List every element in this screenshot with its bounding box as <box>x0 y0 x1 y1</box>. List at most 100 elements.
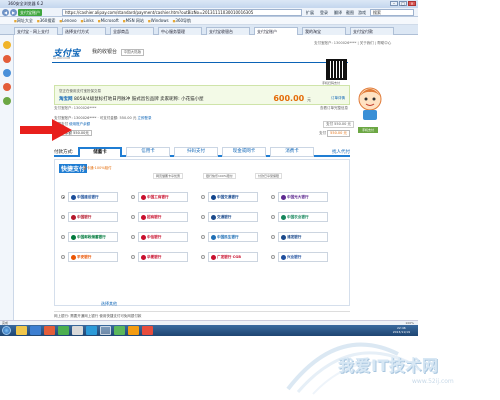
start-button[interactable] <box>2 326 11 335</box>
browser-tab[interactable]: 全部商品 <box>110 27 154 35</box>
bank-option[interactable]: 招商银行 <box>131 212 189 222</box>
maximize-button[interactable]: □ <box>399 1 407 6</box>
bank-logo[interactable]: 中国邮政储蓄银行 <box>68 232 118 242</box>
more-banks-link[interactable]: 选择其他 <box>101 301 117 307</box>
search-input[interactable]: 搜索 <box>370 9 414 16</box>
bank-radio[interactable] <box>201 235 205 239</box>
bank-radio[interactable] <box>61 215 65 219</box>
url-input[interactable]: https://cashier.alipay.com/standard/paym… <box>62 9 302 16</box>
app-icon[interactable] <box>86 326 97 335</box>
app-icon[interactable] <box>114 326 125 335</box>
taskbar-clock[interactable]: 22:46 2013/11/19 <box>393 326 410 334</box>
bank-option[interactable]: 中国建设银行 <box>61 192 119 202</box>
order-detail-link[interactable]: 订单详情 <box>331 96 345 101</box>
toolbar-screenshot[interactable]: 截图 <box>346 9 354 16</box>
bank-radio[interactable] <box>271 195 275 199</box>
bank-radio[interactable] <box>131 255 135 259</box>
bank-option[interactable]: 广发银行 CGB <box>201 252 259 262</box>
forward-icon[interactable]: ▶ <box>10 9 17 16</box>
favorite-item[interactable]: 360搜索 <box>37 17 56 24</box>
favorite-item[interactable]: Windows <box>148 17 169 24</box>
toolbar-games[interactable]: 游戏 <box>358 9 366 16</box>
bank-radio[interactable] <box>271 215 275 219</box>
bank-option[interactable]: 中国农业银行 <box>271 212 329 222</box>
favorite-item[interactable]: Microsoft <box>98 17 119 24</box>
bank-radio[interactable] <box>131 195 135 199</box>
bank-logo[interactable]: 中信银行 <box>138 232 188 242</box>
language-select[interactable]: 中国大陆版 <box>120 49 145 56</box>
bank-logo[interactable]: 广发银行 CGB <box>208 252 258 262</box>
bank-option[interactable]: 中国工商银行 <box>131 192 189 202</box>
close-button[interactable]: × <box>408 1 416 6</box>
bank-option[interactable]: 华夏银行 <box>131 252 189 262</box>
tab-cash-card[interactable]: 现金或网卡 <box>222 147 266 157</box>
bank-logo[interactable]: 平安银行 <box>68 252 118 262</box>
mail-icon[interactable] <box>3 83 11 91</box>
detail-full-link[interactable]: 查看订单完整信息 <box>320 106 348 111</box>
bank-option[interactable]: 兴业银行 <box>271 252 329 262</box>
mobile-pay-button[interactable]: 手机支付 <box>358 127 378 133</box>
bank-radio[interactable] <box>131 235 135 239</box>
browser-taskbar-icon[interactable] <box>100 326 111 335</box>
browser-tab-active[interactable]: 支付宝账户 <box>254 27 298 35</box>
browser-tab[interactable]: 选择支付方式 <box>62 27 106 35</box>
browser-tab[interactable]: 支付宝付款 <box>350 27 394 35</box>
app-icon[interactable] <box>72 326 83 335</box>
bank-logo[interactable]: 中国工商银行 <box>138 192 188 202</box>
bank-option[interactable]: 中国邮政储蓄银行 <box>61 232 119 242</box>
bank-logo[interactable]: 招商银行 <box>138 212 188 222</box>
pay-for-me-link[interactable]: 找人代付 <box>332 149 350 155</box>
login-link[interactable]: 立即登录 <box>138 116 152 120</box>
ie-icon[interactable] <box>30 326 41 335</box>
favorite-item[interactable]: 网址大全 <box>14 17 33 24</box>
toolbar-login[interactable]: 登录 <box>320 9 328 16</box>
explorer-icon[interactable] <box>16 326 27 335</box>
bank-radio[interactable] <box>271 255 275 259</box>
minimize-button[interactable]: – <box>390 1 398 6</box>
back-icon[interactable]: ◀ <box>2 9 9 16</box>
bank-logo[interactable]: 交通银行 <box>208 212 258 222</box>
app-icon[interactable] <box>128 326 139 335</box>
favorite-item[interactable]: Lenovo <box>59 17 76 24</box>
secure-site-badge[interactable]: 支付宝账户 <box>18 9 42 16</box>
tab-scan-pay[interactable]: 扫码支付 <box>174 147 218 157</box>
use-balance-link[interactable]: 使用账户余额 <box>69 122 90 126</box>
tab-credit-card[interactable]: 信用卡 <box>126 147 170 157</box>
download-icon[interactable] <box>3 69 11 77</box>
bank-radio[interactable] <box>61 255 65 259</box>
bank-logo[interactable]: 中国交通银行 <box>208 192 258 202</box>
bank-radio[interactable] <box>201 215 205 219</box>
bank-logo[interactable]: 兴业银行 <box>278 252 328 262</box>
browser-tab[interactable]: 我的淘宝 <box>302 27 346 35</box>
bank-logo[interactable]: 浦发银行 <box>278 232 328 242</box>
bank-option[interactable]: 中信银行 <box>131 232 189 242</box>
bank-option[interactable]: 中国交通银行 <box>201 192 259 202</box>
bank-radio[interactable] <box>201 255 205 259</box>
favorite-item[interactable]: MSN 网站 <box>123 17 144 24</box>
bank-radio[interactable] <box>131 215 135 219</box>
bank-logo[interactable]: 中国农业银行 <box>278 212 328 222</box>
toolbar-extensions[interactable]: 扩展 <box>306 9 314 16</box>
qq-icon[interactable] <box>58 326 69 335</box>
favorite-item[interactable]: Links <box>81 17 93 24</box>
bank-radio[interactable] <box>201 195 205 199</box>
bank-radio[interactable] <box>271 235 275 239</box>
bank-logo[interactable]: 中国建设银行 <box>68 192 118 202</box>
media-icon[interactable] <box>44 326 55 335</box>
bank-logo[interactable]: 中国光大银行 <box>278 192 328 202</box>
bank-radio[interactable] <box>61 235 65 239</box>
favorite-item[interactable]: 360导航 <box>173 17 191 24</box>
bank-radio[interactable] <box>61 195 65 199</box>
star-icon[interactable] <box>3 41 11 49</box>
bank-logo[interactable]: 华夏银行 <box>138 252 188 262</box>
tab-debit-card[interactable]: 储蓄卡 <box>78 147 122 157</box>
browser-tab[interactable]: 中心服务管理 <box>158 27 202 35</box>
app-icon[interactable] <box>3 97 11 105</box>
history-icon[interactable] <box>3 55 11 63</box>
bank-option[interactable]: 中国民生银行 <box>201 232 259 242</box>
bank-option[interactable]: 浦发银行 <box>271 232 329 242</box>
bank-logo[interactable]: 中国民生银行 <box>208 232 258 242</box>
toolbar-translate[interactable]: 翻译 <box>334 9 342 16</box>
bank-logo[interactable]: 中国银行 <box>68 212 118 222</box>
bank-option[interactable]: 中国银行 <box>61 212 119 222</box>
